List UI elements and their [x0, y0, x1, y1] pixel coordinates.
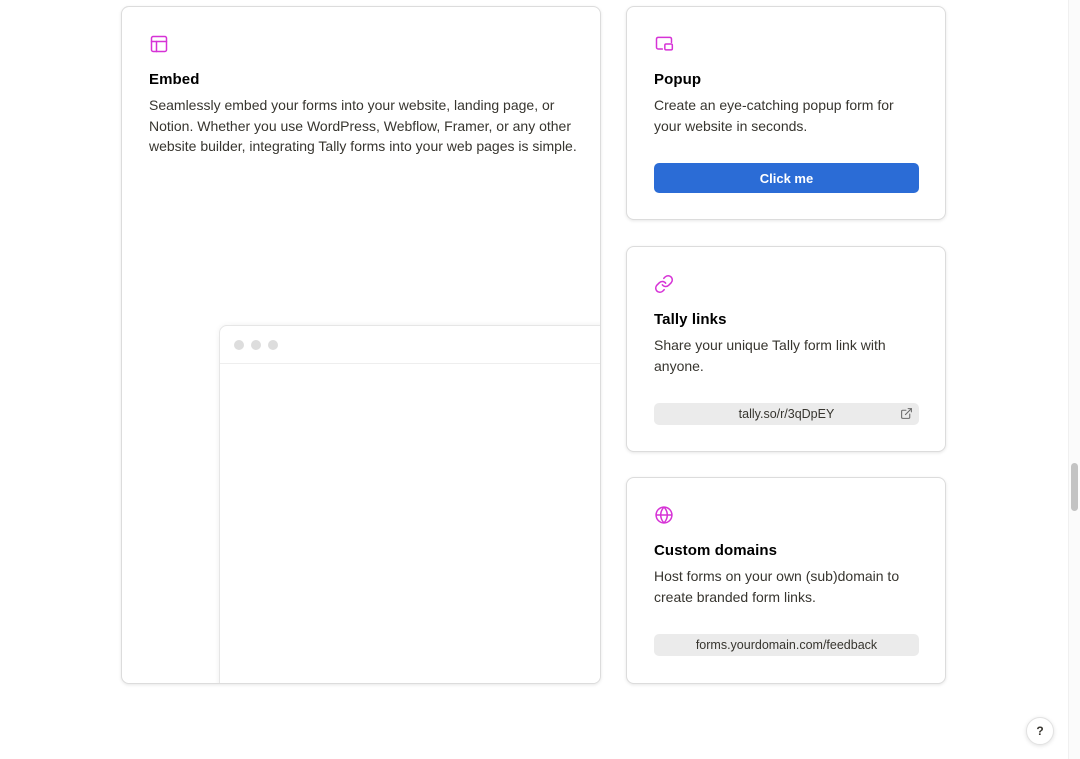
popup-title: Popup	[654, 71, 702, 88]
embed-card: Embed Seamlessly embed your forms into y…	[121, 6, 601, 684]
custom-domains-card: Custom domains Host forms on your own (s…	[626, 477, 946, 684]
custom-domains-title: Custom domains	[654, 542, 778, 559]
globe-icon	[655, 506, 673, 524]
browser-toolbar	[220, 326, 600, 364]
browser-mockup	[219, 325, 600, 683]
scrollbar-track[interactable]	[1068, 0, 1080, 759]
scrollbar-thumb[interactable]	[1071, 463, 1078, 511]
popup-description: Create an eye-catching popup form for yo…	[654, 97, 894, 134]
custom-domains-description: Host forms on your own (sub)domain to cr…	[654, 568, 900, 605]
help-button[interactable]: ?	[1026, 717, 1054, 745]
tally-links-card: Tally links Share your unique Tally form…	[626, 246, 946, 452]
window-dot-icon	[268, 340, 278, 350]
external-link-icon[interactable]	[900, 407, 913, 420]
window-dot-icon	[251, 340, 261, 350]
tally-link-text: tally.so/r/3qDpEY	[738, 407, 835, 421]
custom-domain-example: forms.yourdomain.com/feedback	[654, 634, 919, 656]
page: Embed Seamlessly embed your forms into y…	[0, 0, 1080, 759]
link-icon	[654, 274, 674, 294]
embed-description: Seamlessly embed your forms into your we…	[149, 97, 577, 154]
popup-card: Popup Create an eye-catching popup form …	[626, 6, 946, 220]
embed-title: Embed	[149, 71, 200, 88]
tally-link[interactable]: tally.so/r/3qDpEY	[654, 403, 919, 425]
tally-links-title: Tally links	[654, 311, 727, 328]
picture-in-picture-icon	[655, 36, 674, 51]
tally-links-description: Share your unique Tally form link with a…	[654, 337, 886, 374]
window-dot-icon	[234, 340, 244, 350]
click-me-button[interactable]: Click me	[654, 163, 919, 193]
layout-icon	[150, 35, 168, 53]
